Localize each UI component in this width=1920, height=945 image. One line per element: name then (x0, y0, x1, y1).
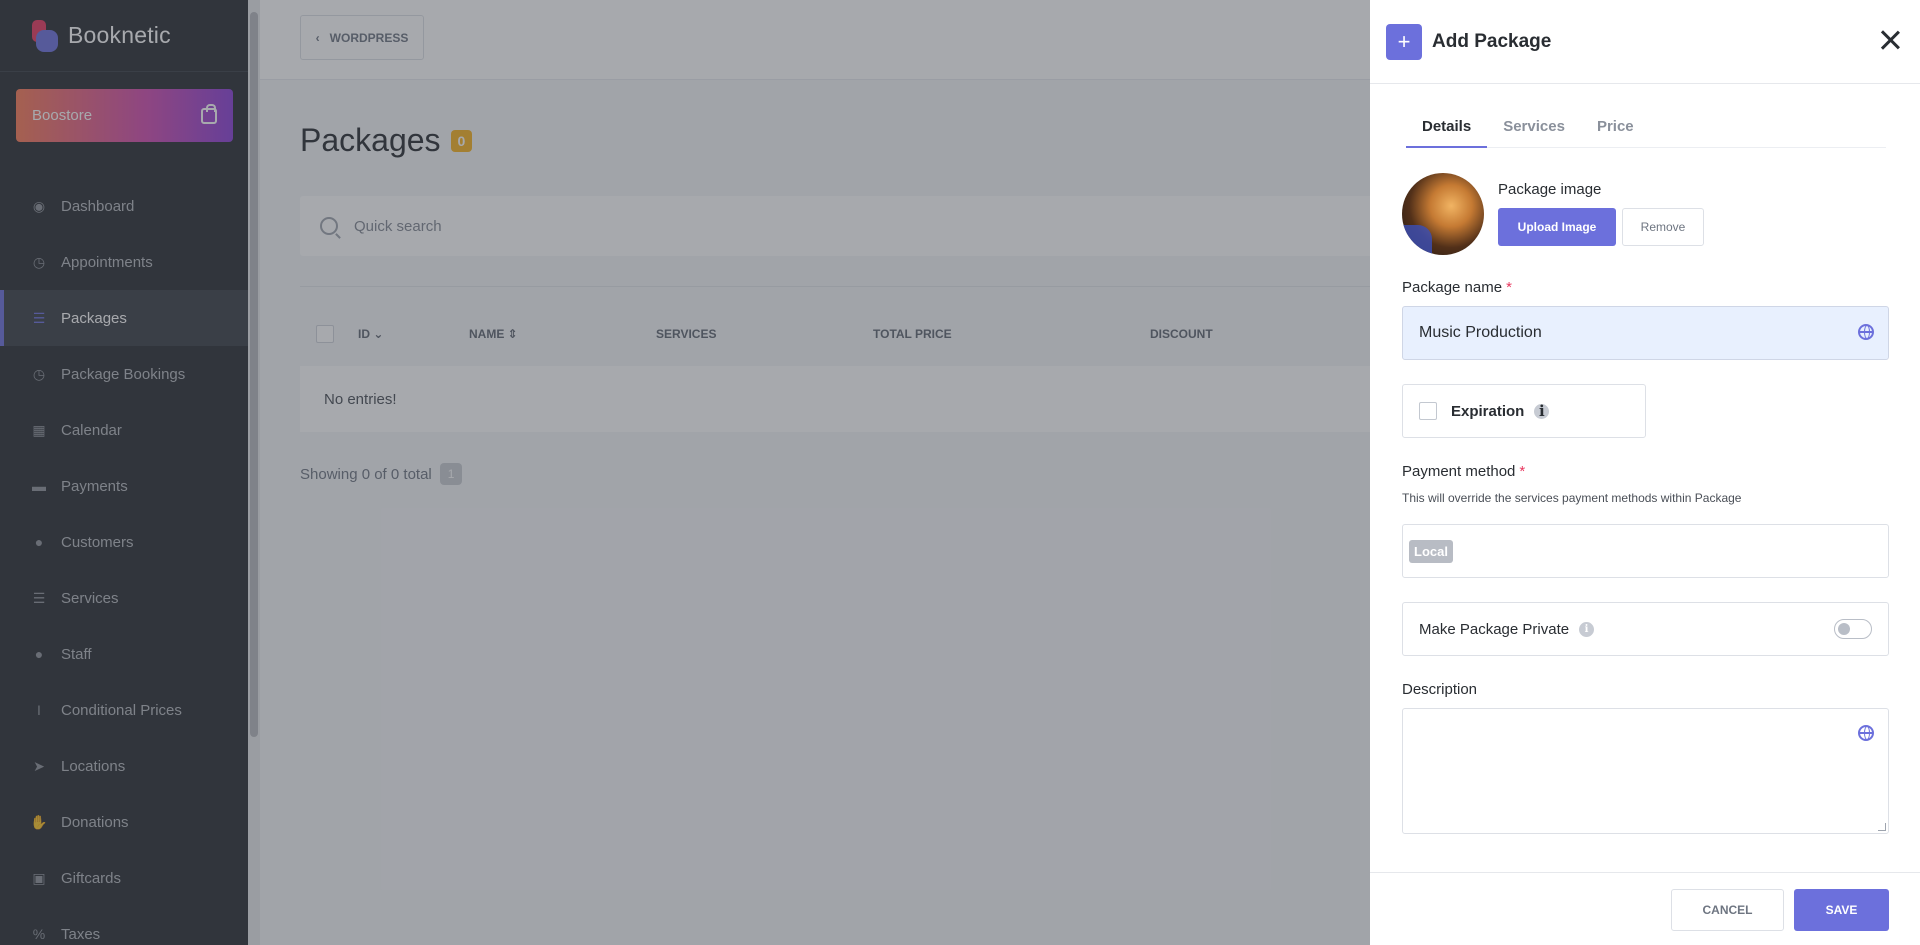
make-private-toggle[interactable] (1834, 619, 1872, 639)
add-package-panel: + Add Package Details Services Price Pac… (1370, 0, 1920, 945)
required-mark: * (1519, 463, 1526, 480)
package-image-label: Package image (1498, 181, 1602, 198)
expiration-checkbox[interactable] (1419, 402, 1437, 420)
panel-tabs: Details Services Price (1406, 110, 1886, 148)
payment-method-label: Payment method * (1402, 463, 1526, 480)
tab-services[interactable]: Services (1487, 110, 1581, 148)
description-label: Description (1402, 681, 1478, 698)
resize-handle[interactable] (1878, 823, 1886, 831)
expiration-option[interactable]: Expiration i (1402, 384, 1646, 438)
package-name-label: Package name * (1402, 279, 1512, 296)
plus-icon: + (1386, 23, 1422, 60)
description-textarea[interactable] (1402, 708, 1889, 834)
info-icon[interactable]: i (1534, 402, 1550, 420)
payment-method-tag[interactable]: Local (1409, 539, 1453, 563)
payment-method-hint: This will override the services payment … (1402, 491, 1742, 505)
tab-details[interactable]: Details (1406, 110, 1488, 148)
panel-title: Add Package (1432, 30, 1552, 52)
make-private-row: Make Package Private i (1402, 602, 1889, 656)
make-private-label: Make Package Private (1419, 620, 1570, 638)
tab-price[interactable]: Price (1581, 110, 1650, 148)
package-name-value: Music Production (1419, 324, 1542, 341)
info-icon[interactable]: i (1579, 621, 1595, 637)
panel-footer: CANCEL SAVE (1370, 872, 1920, 945)
globe-icon[interactable] (1858, 725, 1874, 741)
save-button[interactable]: SAVE (1794, 889, 1889, 931)
close-icon[interactable] (1880, 30, 1900, 50)
expiration-label: Expiration (1451, 402, 1525, 420)
upload-image-button[interactable]: Upload Image (1498, 208, 1616, 246)
cancel-button[interactable]: CANCEL (1671, 889, 1784, 931)
panel-header: + Add Package (1370, 0, 1920, 84)
required-mark: * (1506, 279, 1512, 296)
package-image-preview (1402, 173, 1484, 255)
globe-icon[interactable] (1858, 324, 1874, 340)
remove-image-button[interactable]: Remove (1622, 208, 1704, 246)
payment-method-select[interactable]: Local (1402, 524, 1889, 578)
package-name-field[interactable]: Music Production (1402, 306, 1889, 360)
